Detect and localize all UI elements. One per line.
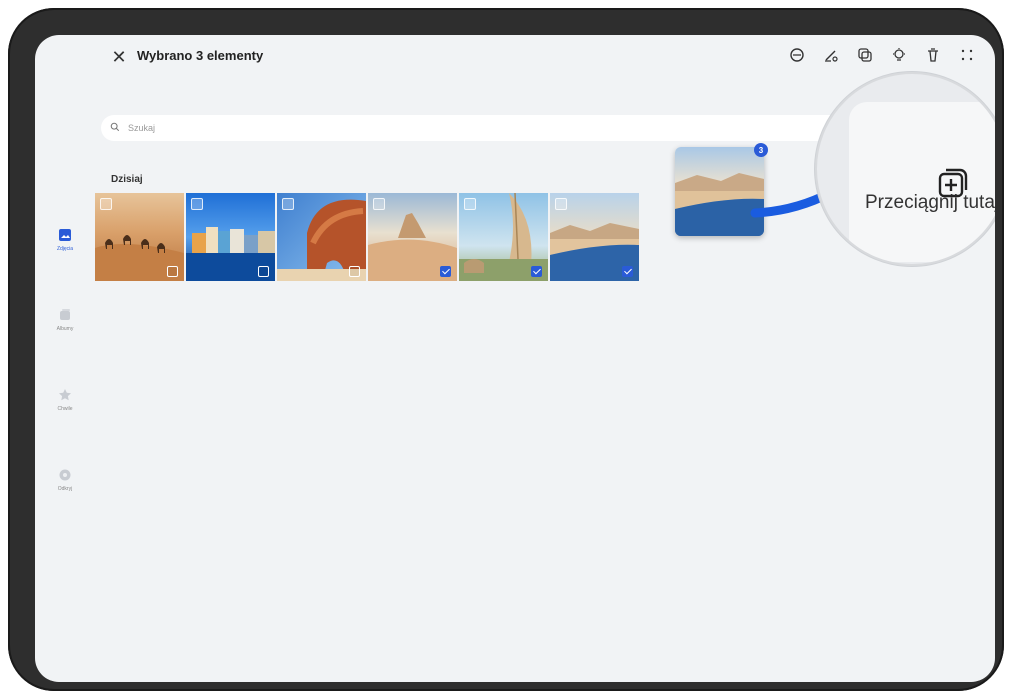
image-type-badge — [100, 198, 112, 210]
image-type-badge — [464, 198, 476, 210]
drop-target-label: Przeciągnij tutaj — [865, 192, 995, 213]
albums-icon — [57, 307, 73, 323]
select-checkbox-checked[interactable] — [622, 266, 633, 277]
photo-thumbnail[interactable] — [459, 193, 548, 281]
sidebar-item-moments[interactable]: Chwile — [43, 387, 87, 412]
sidebar-item-label: Albumy — [56, 326, 74, 332]
sidebar-item-label: Odkryj — [57, 486, 73, 492]
edit-icon[interactable] — [821, 45, 841, 65]
search-icon — [110, 122, 122, 134]
search-input[interactable] — [126, 122, 830, 134]
lightbulb-icon[interactable] — [889, 45, 909, 65]
copy-icon[interactable] — [855, 45, 875, 65]
close-icon[interactable]: ✕ — [109, 47, 129, 67]
select-checkbox[interactable] — [167, 266, 178, 277]
discover-icon — [57, 467, 73, 483]
star-icon — [57, 387, 73, 403]
image-type-badge — [555, 198, 567, 210]
sidebar-item-label: Chwile — [57, 406, 73, 412]
drop-zone[interactable] — [849, 102, 995, 262]
photo-thumbnail[interactable] — [277, 193, 366, 281]
search-bar[interactable] — [101, 115, 871, 141]
gallery-screen: ✕ Wybrano 3 elementy Szukaj Zdjęcia Albu… — [35, 35, 995, 682]
tablet-frame: ✕ Wybrano 3 elementy Szukaj Zdjęcia Albu… — [8, 8, 1004, 691]
image-type-badge — [282, 198, 294, 210]
selection-title: Wybrano 3 elementy — [137, 48, 264, 63]
photo-thumbnail[interactable] — [368, 193, 457, 281]
photos-icon — [57, 227, 73, 243]
photo-thumbnail[interactable] — [186, 193, 275, 281]
sidebar-item-discover[interactable]: Odkryj — [43, 467, 87, 492]
select-checkbox[interactable] — [349, 266, 360, 277]
image-type-badge — [373, 198, 385, 210]
photo-thumbnail[interactable] — [95, 193, 184, 281]
trash-icon[interactable] — [923, 45, 943, 65]
more-icon[interactable] — [957, 45, 977, 65]
photo-thumbnail[interactable] — [550, 193, 639, 281]
share-icon[interactable] — [787, 45, 807, 65]
sidebar-item-albums[interactable]: Albumy — [43, 307, 87, 332]
select-checkbox[interactable] — [258, 266, 269, 277]
sidebar-item-photos[interactable]: Zdjęcia — [43, 227, 87, 252]
select-checkbox-checked[interactable] — [440, 266, 451, 277]
drop-target-magnifier: Przeciągnij tutaj — [815, 72, 995, 266]
selection-toolbar — [787, 45, 977, 65]
section-date-heading: Dzisiaj — [111, 174, 143, 185]
photo-grid — [95, 193, 639, 281]
image-type-badge — [191, 198, 203, 210]
sidebar-item-label: Zdjęcia — [56, 246, 74, 252]
select-checkbox-checked[interactable] — [531, 266, 542, 277]
